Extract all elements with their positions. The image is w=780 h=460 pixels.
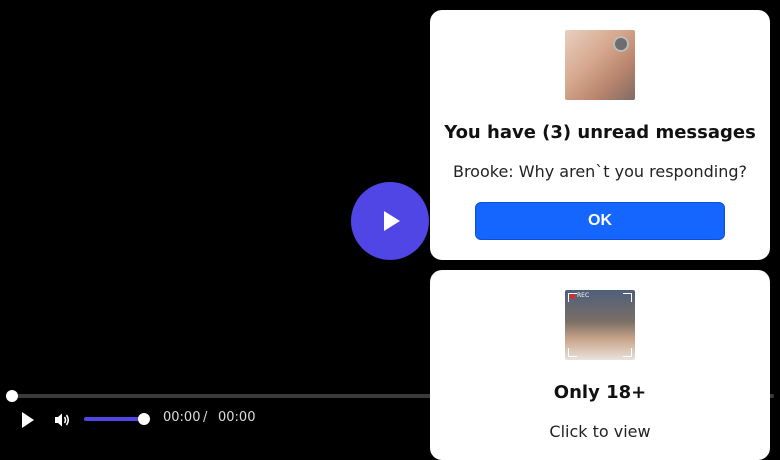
play-button[interactable] [18, 410, 38, 430]
frame-corner-icon [568, 293, 577, 302]
play-icon [22, 412, 34, 428]
current-time: 00:00 [163, 410, 201, 425]
big-play-button[interactable] [351, 182, 429, 260]
duration: 00:00 [218, 410, 256, 425]
notification-title: You have (3) unread messages [444, 122, 756, 143]
camera-icon [613, 36, 629, 52]
frame-corner-icon [568, 348, 577, 357]
frame-corner-icon [623, 293, 632, 302]
notification-message: Brooke: Why aren`t you responding? [452, 162, 748, 181]
frame-corner-icon [623, 348, 632, 357]
progress-handle[interactable] [6, 390, 18, 402]
volume-handle[interactable] [138, 413, 150, 425]
promo-card[interactable]: REC Only 18+ Click to view [430, 270, 770, 460]
rec-badge: REC [577, 292, 590, 299]
sender-photo [565, 30, 635, 100]
promo-link[interactable]: Click to view [430, 422, 770, 441]
message-notification[interactable]: You have (3) unread messages Brooke: Why… [430, 10, 770, 260]
promo-title: Only 18+ [553, 382, 647, 403]
volume-icon [55, 413, 70, 427]
time-separator: / [203, 410, 208, 425]
volume-slider[interactable] [84, 417, 146, 421]
play-icon [384, 211, 400, 231]
volume-button[interactable] [53, 410, 73, 430]
player-controls: 00:00 / 00:00 [0, 405, 420, 433]
ok-button[interactable]: OK [475, 202, 725, 240]
promo-thumbnail[interactable]: REC [565, 290, 635, 360]
